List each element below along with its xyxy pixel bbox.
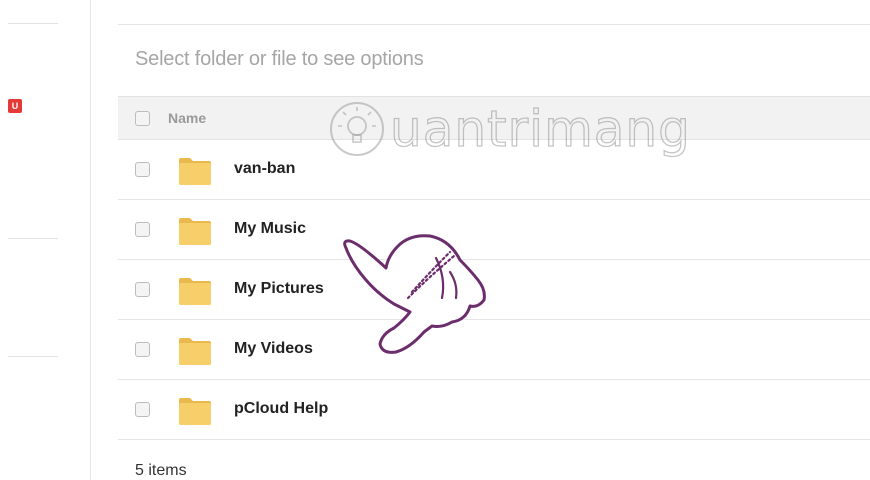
file-row[interactable]: pCloud Help: [118, 380, 870, 440]
file-row[interactable]: van-ban: [118, 140, 870, 200]
file-name[interactable]: My Videos: [234, 340, 313, 358]
file-name[interactable]: pCloud Help: [234, 400, 328, 418]
list-header: Name: [118, 96, 870, 140]
file-name[interactable]: My Pictures: [234, 280, 324, 298]
folder-icon: [179, 158, 211, 185]
row-checkbox[interactable]: [135, 222, 150, 237]
folder-icon: [179, 278, 211, 305]
column-header-name[interactable]: Name: [168, 110, 206, 126]
file-row[interactable]: My Music: [118, 200, 870, 260]
row-checkbox[interactable]: [135, 162, 150, 177]
file-row[interactable]: My Videos: [118, 320, 870, 380]
select-all-checkbox[interactable]: [135, 111, 150, 126]
file-name[interactable]: van-ban: [234, 160, 295, 178]
file-list-panel: Select folder or file to see options Nam…: [118, 0, 870, 480]
sidebar-divider: [8, 238, 58, 239]
folder-icon: [179, 398, 211, 425]
folder-icon: [179, 218, 211, 245]
item-count: 5 items: [135, 462, 187, 479]
row-checkbox[interactable]: [135, 342, 150, 357]
sidebar-divider: [8, 23, 58, 24]
file-manager-page: U Select folder or file to see options N…: [0, 0, 870, 480]
row-checkbox[interactable]: [135, 402, 150, 417]
sidebar: U: [0, 0, 91, 480]
folder-icon: [179, 338, 211, 365]
row-checkbox[interactable]: [135, 282, 150, 297]
file-name[interactable]: My Music: [234, 220, 306, 238]
sidebar-badge[interactable]: U: [8, 99, 22, 113]
options-hint: Select folder or file to see options: [135, 48, 424, 70]
sidebar-divider: [8, 356, 58, 357]
file-row[interactable]: My Pictures: [118, 260, 870, 320]
divider: [118, 24, 870, 25]
